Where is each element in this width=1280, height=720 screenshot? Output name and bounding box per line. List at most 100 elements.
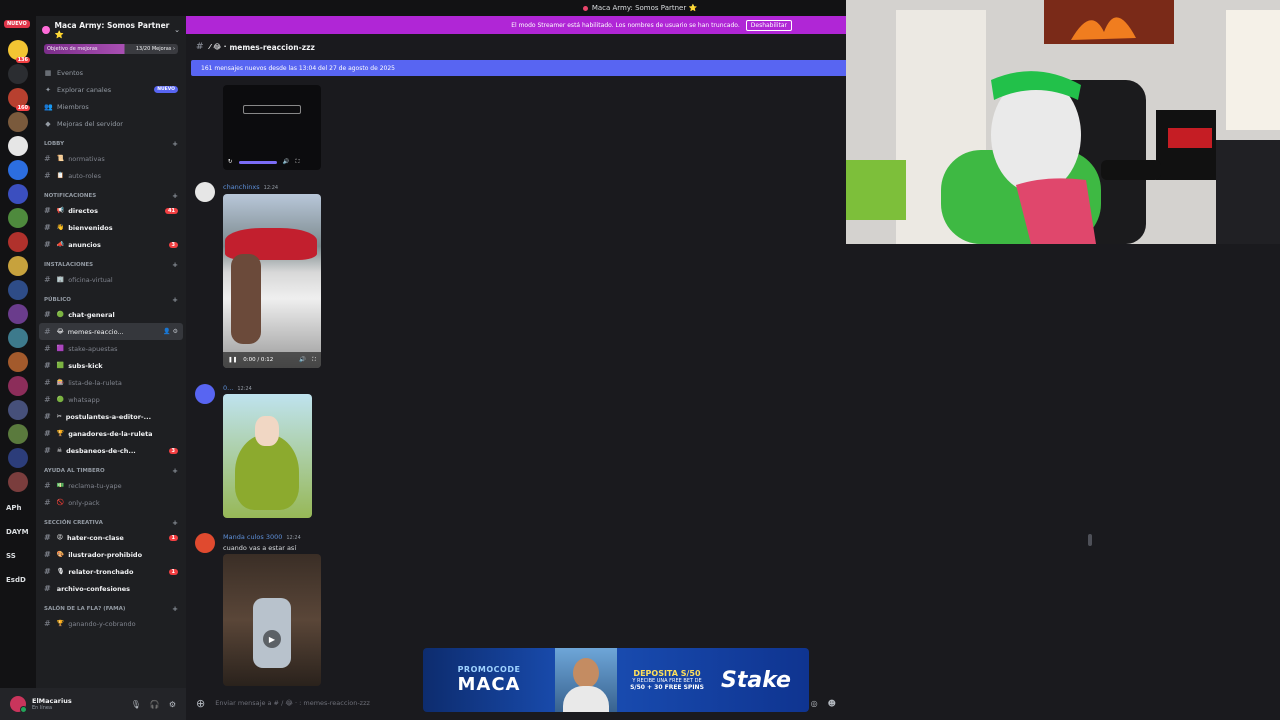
server-icon[interactable] <box>8 136 28 156</box>
server-icon[interactable] <box>8 328 28 348</box>
message-avatar[interactable] <box>195 533 215 553</box>
message-avatar[interactable] <box>195 182 215 202</box>
composer-placeholder[interactable]: Enviar mensaje a # / 😂 · : memes-reaccio… <box>215 699 370 707</box>
microphone-icon[interactable]: 🎙 <box>131 700 141 709</box>
channel-item[interactable]: # 🏢 oficina-virtual <box>36 271 186 288</box>
volume-slider[interactable] <box>238 160 277 164</box>
fullscreen-icon[interactable]: ⛶ <box>295 159 299 166</box>
author-name[interactable]: Manda culos 3000 <box>223 533 282 541</box>
new-messages-bar[interactable]: 161 mensajes nuevos desde las 13:04 del … <box>191 60 846 76</box>
channel-item[interactable]: # 🏆 ganadores-de-la-ruleta <box>36 425 186 442</box>
channel-item[interactable]: # archivo-confesiones <box>36 580 186 597</box>
server-icon[interactable] <box>8 472 28 492</box>
video-controls[interactable]: ❚❚ 0:00 / 0:12 🔊 ⛶ <box>223 352 321 368</box>
sidebar-menu-item[interactable]: 👥 Miembros <box>36 98 186 115</box>
server-icon[interactable]: 136 <box>8 40 30 63</box>
plus-icon[interactable]: + <box>172 296 178 304</box>
sticker-icon[interactable]: ◎ <box>811 699 818 708</box>
video-embed-bottom[interactable]: ▶ <box>223 554 321 686</box>
video-controls[interactable]: ↻ 🔊 ⛶ <box>223 154 321 170</box>
plus-icon[interactable]: + <box>172 519 178 527</box>
channel-item[interactable]: # 🟢 chat-general <box>36 306 186 323</box>
server-icon[interactable]: 160 <box>8 88 30 111</box>
server-header[interactable]: Maca Army: Somos Partner ⭐ ⌄ <box>36 16 186 44</box>
channel-category[interactable]: SALÓN DE LA FLA? (FAMA) + <box>36 603 186 615</box>
sidebar-menu-item[interactable]: ◆ Mejoras del servidor <box>36 115 186 132</box>
server-icon[interactable] <box>8 208 28 228</box>
server-label[interactable]: SS <box>6 552 16 560</box>
emoji-icon[interactable]: ☻ <box>828 699 836 708</box>
author-name[interactable]: 0... <box>223 384 233 392</box>
channel-category[interactable]: INSTALACIONES + <box>36 259 186 271</box>
channel-item[interactable]: # ✂ postulantes-a-editor-... <box>36 408 186 425</box>
plus-icon[interactable]: + <box>172 140 178 148</box>
scrollbar-thumb[interactable] <box>1088 534 1092 546</box>
server-icon[interactable] <box>8 64 28 84</box>
author-name[interactable]: chanchinxs <box>223 183 260 191</box>
plus-icon[interactable]: ⊕ <box>196 697 205 710</box>
server-icon[interactable] <box>8 448 28 468</box>
channel-item[interactable]: # 📣 anuncios 3 <box>36 236 186 253</box>
video-embed-top[interactable]: ↻ 🔊 ⛶ <box>223 85 321 170</box>
plus-icon[interactable]: + <box>172 261 178 269</box>
server-icon[interactable] <box>8 232 28 252</box>
chevron-down-icon[interactable]: ⌄ <box>174 26 180 34</box>
server-icon[interactable] <box>8 376 28 396</box>
message-author[interactable]: Manda culos 3000 12:24 <box>223 533 301 541</box>
server-label[interactable]: EsdD <box>6 576 26 584</box>
plus-icon[interactable]: + <box>172 467 178 475</box>
channel-item[interactable]: # 🏆 ganando-y-cobrando <box>36 615 186 632</box>
message-author[interactable]: chanchinxs 12:24 <box>223 183 278 191</box>
channel-item[interactable]: # 🎨 ilustrador-prohibido <box>36 546 186 563</box>
channel-item[interactable]: # 📢 directos 41 <box>36 202 186 219</box>
video-embed[interactable]: ❚❚ 0:00 / 0:12 🔊 ⛶ <box>223 194 321 368</box>
channel-category[interactable]: NOTIFICACIONES + <box>36 190 186 202</box>
channel-item[interactable]: # 😡 hater-con-clase 1 <box>36 529 186 546</box>
server-label[interactable]: APh <box>6 504 22 512</box>
volume-icon[interactable]: 🔊 <box>283 159 290 165</box>
server-icon[interactable] <box>8 160 28 180</box>
channel-category[interactable]: SECCIÓN CREATIVA + <box>36 517 186 529</box>
message-author[interactable]: 0... 12:24 <box>223 384 252 392</box>
pause-icon[interactable]: ❚❚ <box>228 357 237 363</box>
server-icon[interactable] <box>8 304 28 324</box>
channel-category[interactable]: PÚBLICO + <box>36 294 186 306</box>
plus-icon[interactable]: + <box>172 192 178 200</box>
channel-item[interactable]: # 🎙 relator-tronchado 1 <box>36 563 186 580</box>
channel-item[interactable]: # 👋 bienvenidos <box>36 219 186 236</box>
server-icon[interactable] <box>8 112 28 132</box>
channel-item[interactable]: # 🎰 lista-de-la-ruleta <box>36 374 186 391</box>
channel-category[interactable]: AYUDA AL TIMBERO + <box>36 465 186 477</box>
disable-streamer-button[interactable]: Deshabilitar <box>745 19 792 31</box>
channel-item[interactable]: # 🟪 stake-apuestas <box>36 340 186 357</box>
channel-category[interactable]: LOBBY + <box>36 138 186 150</box>
channel-item[interactable]: # ☠ desbaneos-de-ch... 3 <box>36 442 186 459</box>
boost-goal[interactable]: Objetivo de mejoras 13/20 Mejoras › <box>44 44 178 54</box>
headphones-icon[interactable]: 🎧 <box>150 700 160 709</box>
user-avatar[interactable] <box>10 696 27 713</box>
server-icon[interactable] <box>8 256 28 276</box>
channel-item[interactable]: # 📜 normativas <box>36 150 186 167</box>
gear-icon[interactable]: ⚙ <box>169 700 176 709</box>
fullscreen-icon[interactable]: ⛶ <box>312 357 316 364</box>
sidebar-menu-item[interactable]: ▦ Eventos <box>36 64 186 81</box>
server-icon[interactable] <box>8 424 28 444</box>
server-icon[interactable] <box>8 400 28 420</box>
image-embed[interactable] <box>223 394 312 518</box>
server-icon[interactable] <box>8 352 28 372</box>
channel-item[interactable]: # 🟩 subs-kick <box>36 357 186 374</box>
promo-banner[interactable]: PROMOCODE MACA DEPOSITA S/50 Y RECIBE UN… <box>423 648 809 712</box>
channel-item[interactable]: # 😂 memes-reaccio... 👤 ⚙ <box>39 323 183 340</box>
plus-icon[interactable]: + <box>172 605 178 613</box>
server-icon[interactable] <box>8 184 28 204</box>
channel-item[interactable]: # 🟢 whatsapp <box>36 391 186 408</box>
replay-icon[interactable]: ↻ <box>228 159 233 165</box>
volume-icon[interactable]: 🔊 <box>299 357 306 363</box>
play-icon[interactable]: ▶ <box>263 630 281 648</box>
channel-item[interactable]: # 🚫 only-pack <box>36 494 186 511</box>
server-icon[interactable] <box>8 280 28 300</box>
sidebar-menu-item[interactable]: ✦ Explorar canales NUEVO <box>36 81 186 98</box>
gear-icon[interactable]: 👤 ⚙ <box>163 328 178 335</box>
message-avatar[interactable] <box>195 384 215 404</box>
channel-item[interactable]: # 📋 auto-roles <box>36 167 186 184</box>
